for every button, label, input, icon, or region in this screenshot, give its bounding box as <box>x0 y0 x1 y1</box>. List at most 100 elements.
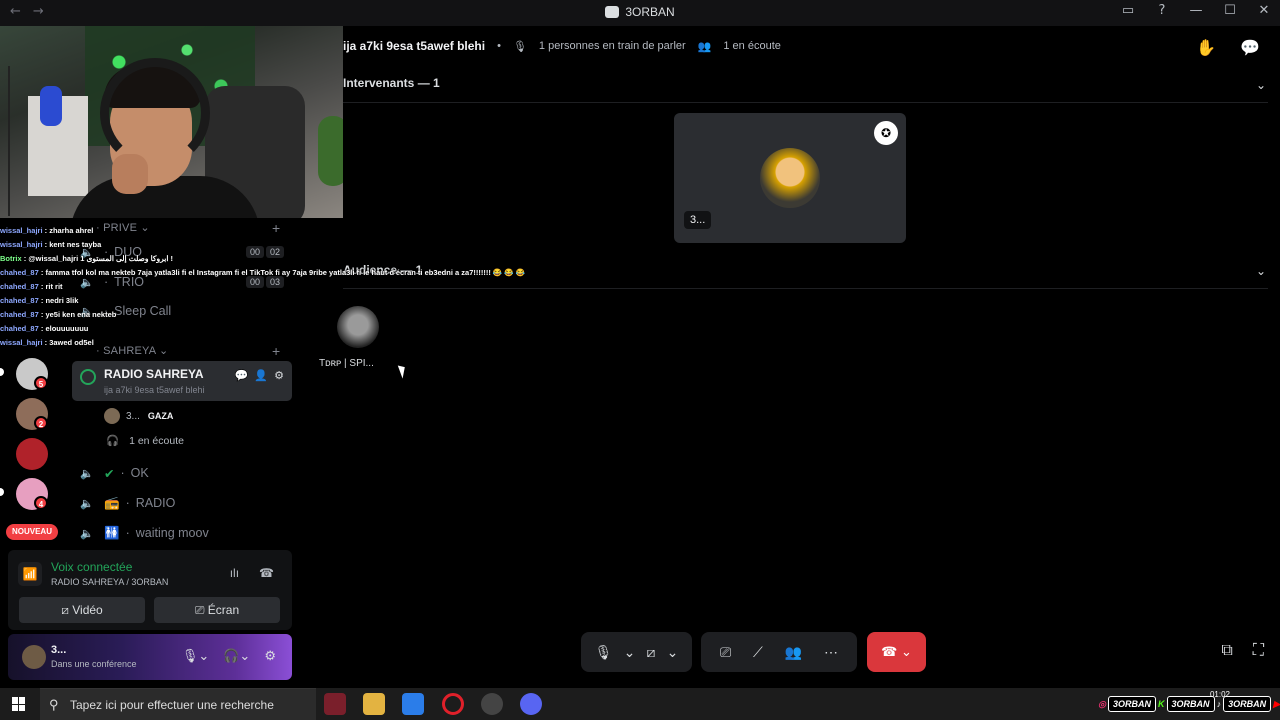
activity-off-icon[interactable]: ⟋ <box>753 644 763 661</box>
new-badge[interactable]: NOUVEAU <box>6 524 58 540</box>
title-bar: ← → 3ORBAN ▭ ? — ☐ ✕ <box>0 0 1280 26</box>
channel-radio[interactable]: 🔈 📻 · RADIO <box>80 491 292 515</box>
file-explorer-icon[interactable] <box>363 693 385 715</box>
people-icon: 👥 <box>697 40 712 53</box>
webcam-overlay <box>0 26 343 218</box>
mic-icon[interactable]: 🎙 <box>595 644 613 661</box>
speaker-muted-icon: 🔈 <box>80 497 94 510</box>
channel-radio-sahreya[interactable]: RADIO SAHREYA ija a7ki 9esa t5awef blehi… <box>72 361 292 401</box>
mention-badge: 5 <box>34 376 48 390</box>
mic-camera-group: 🎙 ⌄ ⧄ ⌄ <box>581 632 692 672</box>
invite-people-icon[interactable]: 👥 <box>785 644 802 661</box>
fullscreen-icon[interactable]: ⛶ <box>1253 642 1264 660</box>
mic-icon: 🎙 <box>512 40 527 53</box>
screen: ← → 3ORBAN ▭ ? — ☐ ✕ ija a7ki 9esa t5awe… <box>0 0 1280 720</box>
youtube-icon: ▶ <box>1273 698 1280 709</box>
divider <box>343 288 1268 289</box>
close-icon[interactable]: ✕ <box>1256 3 1272 18</box>
unread-pill <box>0 488 4 496</box>
more-options-icon[interactable]: ⋯ <box>824 644 838 661</box>
minimize-icon[interactable]: — <box>1188 3 1204 18</box>
signal-icon[interactable]: 📶 <box>18 562 42 586</box>
discord-icon[interactable] <box>520 693 542 715</box>
video-button[interactable]: ⧄ Vidéo <box>19 597 145 623</box>
people-icon: 🚻 <box>104 525 120 540</box>
taskbar-search-input[interactable]: ⚲ Tapez ici pour effectuer une recherche <box>40 688 316 720</box>
divider <box>343 102 1268 103</box>
speaking-count: 1 personnes en train de parler <box>538 40 686 52</box>
headphones-icon[interactable]: 🎧⌄ <box>223 648 250 664</box>
invite-icon[interactable]: 👤 <box>254 369 268 382</box>
camera-off-icon: ⧄ <box>61 603 69 617</box>
help-icon[interactable]: ? <box>1154 3 1170 18</box>
audience-name: Tᴅʀᴘ | SPI... <box>319 358 374 369</box>
voice-member[interactable]: 3... GAZA <box>104 408 173 424</box>
maximize-icon[interactable]: ☐ <box>1222 3 1238 18</box>
channel-waiting-moov[interactable]: 🔈 🚻 · waiting moov <box>80 521 292 545</box>
server-icon[interactable] <box>16 438 48 470</box>
pop-out-icon[interactable]: ⧉ <box>1221 642 1232 660</box>
chat-line: chahed_87 : rit rit <box>0 282 63 291</box>
chat-line: chahed_87 : nedri 3lik <box>0 296 79 305</box>
screen-share-icon: ⎚ <box>194 603 205 617</box>
chat-bubble-icon[interactable]: 💬 <box>235 369 249 382</box>
stage-view: ija a7ki 9esa t5awef blehi • 🎙 1 personne… <box>300 26 1280 688</box>
radio-icon: 📻 <box>104 495 120 510</box>
chat-line: Botrix : @wissal_hajri ابروكا وصلت إلى ا… <box>0 254 174 263</box>
user-status: Dans une conférence <box>51 659 137 669</box>
stage-channel-icon <box>80 369 96 385</box>
speaker-tile[interactable]: ✪ 3... <box>674 113 906 243</box>
speaker-avatar <box>760 148 820 208</box>
speaker-muted-icon: 🔈 <box>80 467 94 480</box>
mention-badge: 4 <box>34 496 48 510</box>
mic-icon[interactable]: 🎙⌄ <box>182 648 209 664</box>
server-logo-icon <box>605 6 620 18</box>
voice-status[interactable]: Voix connectée <box>51 560 132 574</box>
raise-hand-icon[interactable]: ✋ <box>1196 38 1216 58</box>
stage-topic: ija a7ki 9esa t5awef blehi <box>343 39 486 53</box>
user-panel: 3... Dans une conférence 🎙⌄ 🎧⌄ ⚙ <box>8 634 292 680</box>
screen-share-button[interactable]: ⎚ Écran <box>154 597 280 623</box>
disconnect-icon[interactable]: ☎ <box>259 566 274 580</box>
channel-ok[interactable]: 🔈 ✔ · OK <box>80 461 292 485</box>
chat-line: chahed_87 : elouuuuuuu <box>0 324 89 333</box>
gear-icon[interactable]: ⚙ <box>264 648 276 664</box>
chevron-down-icon[interactable]: ⌄ <box>1256 78 1266 92</box>
windows-start-icon[interactable] <box>12 697 26 711</box>
avatar[interactable] <box>22 645 46 669</box>
stream-chat-overlay: wissal_hajri : zharha ahrel wissal_hajri… <box>0 224 525 350</box>
chat-line: wissal_hajri : zharha ahrel <box>0 226 94 235</box>
listening-count: 1 en écoute <box>723 40 781 52</box>
camera-off-icon[interactable]: ⧄ <box>647 644 656 661</box>
chat-line: wissal_hajri : 3awed od5el <box>0 338 94 347</box>
search-icon: ⚲ <box>49 697 59 712</box>
chevron-down-icon[interactable]: ⌄ <box>1256 264 1266 278</box>
guild-tag: GAZA <box>147 411 174 421</box>
avatar <box>104 408 120 424</box>
kick-icon: K <box>1158 699 1165 709</box>
voice-location[interactable]: RADIO SAHREYA / 3ORBAN <box>51 577 168 587</box>
chevron-down-icon[interactable]: ⌄ <box>624 644 636 661</box>
stage-actions-group: ⎚ ⟋ 👥 ⋯ <box>701 632 857 672</box>
soundboard-icon[interactable]: ılı <box>230 566 239 580</box>
username[interactable]: 3... <box>51 644 66 656</box>
tiktok-icon: ♪ <box>1216 699 1222 709</box>
headphones-icon: 🎧 <box>106 435 120 447</box>
chat-line: chahed_87 : ye5i ken ena nekteb <box>0 310 117 319</box>
listener-count: 🎧 1 en écoute <box>106 435 184 447</box>
leave-stage-button[interactable]: ☎ ⌄ <box>867 632 926 672</box>
window-title: 3ORBAN <box>0 5 1280 19</box>
gear-icon[interactable]: ⚙ <box>274 369 284 382</box>
inbox-icon[interactable]: ▭ <box>1120 3 1136 18</box>
chevron-down-icon[interactable]: ⌄ <box>667 644 679 661</box>
headset <box>100 58 210 168</box>
speakers-header: Intervenants — 1 <box>343 76 440 90</box>
opera-icon[interactable] <box>442 693 464 715</box>
mention-badge: 2 <box>34 416 48 430</box>
chat-bubble-icon[interactable]: 💬 <box>1240 38 1260 58</box>
taskbar-app-icon[interactable] <box>324 693 346 715</box>
mouse-cursor-icon <box>397 363 409 379</box>
screen-share-icon[interactable]: ⎚ <box>720 644 731 661</box>
store-icon[interactable] <box>402 693 424 715</box>
obs-icon[interactable] <box>481 693 503 715</box>
